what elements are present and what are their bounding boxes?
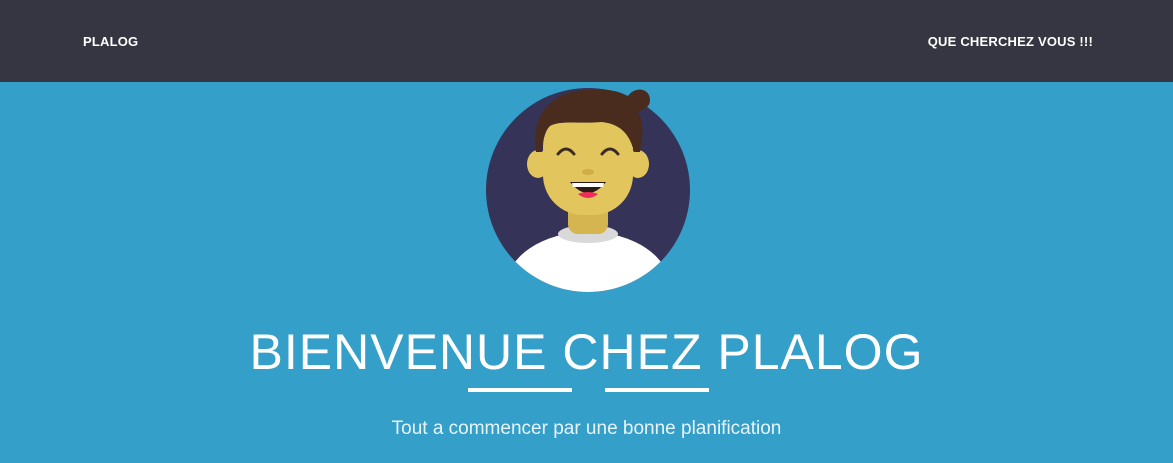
search-nav-link[interactable]: QUE CHERCHEZ VOUS !!! <box>928 34 1093 49</box>
title-underline-right <box>605 388 709 392</box>
brand-link[interactable]: PLALOG <box>83 34 138 49</box>
hero-title: BIENVENUE CHEZ PLALOG <box>249 324 924 380</box>
hero-section: BIENVENUE CHEZ PLALOG Tout a commencer p… <box>0 82 1173 463</box>
title-underline-left <box>468 388 572 392</box>
hero-subtitle: Tout a commencer par une bonne planifica… <box>391 418 782 439</box>
top-navbar: PLALOG QUE CHERCHEZ VOUS !!! <box>0 0 1173 82</box>
avatar-icon <box>486 88 690 292</box>
